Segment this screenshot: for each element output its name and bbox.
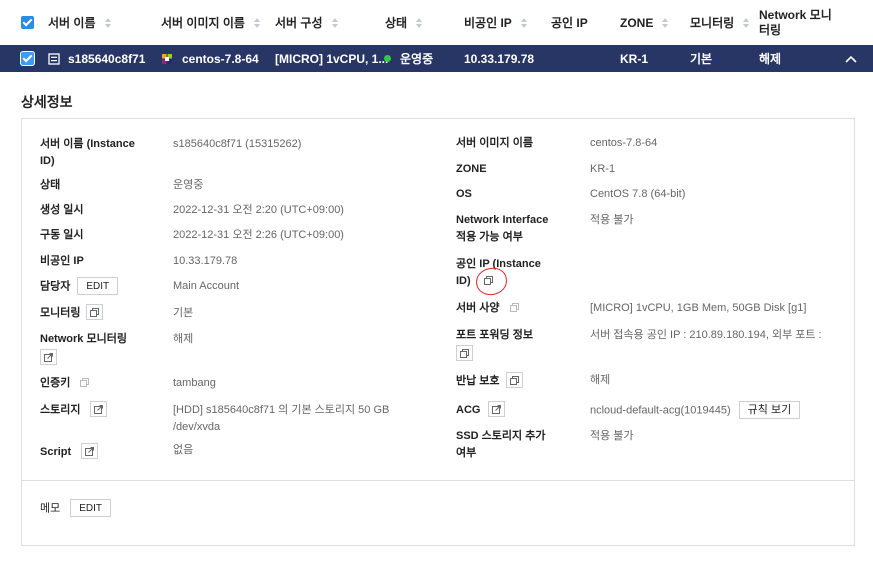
private-ip-label: 비공인 IP [40,255,84,267]
row-server-spec: [MICRO] 1vCPU, 1... [275,51,389,66]
copy-icon[interactable] [505,299,523,316]
started-label: 구동 일시 [40,229,84,241]
panel-divider [22,480,854,481]
zone-value: KR-1 [590,163,616,175]
owner-edit-button[interactable]: EDIT [77,277,119,295]
port-forwarding-value: 서버 접속용 공인 IP : 210.89.180.194, 외부 포트 : [590,329,822,341]
row-server-name[interactable]: s185640c8f71 [68,45,145,72]
script-value: 없음 [173,444,194,456]
server-name-value: s185640c8f71 (15315262) [173,138,302,150]
auth-key-value: tambang [173,377,216,389]
row-server-image: centos-7.8-64 [182,51,259,66]
row-monitoring: 기본 [690,52,713,66]
column-monitoring[interactable]: 모니터링 [690,0,750,45]
image-label: 서버 이미지 이름 [456,137,533,149]
table-header: 서버 이름 서버 이미지 이름 서버 구성 상태 비공인 IP 공인 IP ZO… [0,0,873,45]
ssd-add-value: 적용 불가 [590,430,634,442]
column-server-spec[interactable]: 서버 구성 [275,0,339,45]
net-monitoring-link [40,349,57,367]
ssd-add-label: SSD 스토리지 추가 여부 [456,430,546,459]
select-all-checkbox[interactable] [21,0,34,45]
image-value: centos-7.8-64 [590,137,658,149]
sort-icon[interactable] [662,17,669,29]
sort-icon[interactable] [743,17,750,29]
sort-icon[interactable] [331,17,339,29]
centos-icon [161,45,173,72]
detail-panel: 서버 이름 (Instance ID) s185640c8f71 (153152… [21,118,855,546]
row-zone: KR-1 [620,51,649,66]
monitoring-label: 모니터링 [40,304,104,322]
os-value: CentOS 7.8 (64-bit) [590,188,686,200]
acg-label: ACG [456,401,506,419]
column-zone[interactable]: ZONE [620,0,669,45]
storage-value: [HDD] s185640c8f71 의 기본 스토리지 50 GB /dev/… [173,404,390,433]
sort-icon[interactable] [520,17,528,29]
spec-value: [MICRO] 1vCPU, 1GB Mem, 50GB Disk [g1] [590,302,807,314]
owner-label: 담당자 EDIT [40,277,119,296]
column-server-name[interactable]: 서버 이름 [48,0,112,45]
status-value: 운영중 [173,179,204,191]
external-link-icon[interactable] [488,401,506,418]
created-label: 생성 일시 [40,204,84,216]
detail-section-title: 상세정보 [21,94,73,110]
private-ip-value: 10.33.179.78 [173,255,238,267]
return-protection-label: 반납 보호 [456,372,523,390]
copy-icon[interactable] [76,374,94,391]
status-label: 상태 [40,179,61,191]
sort-icon[interactable] [253,17,261,29]
port-forwarding-copy [456,345,473,363]
column-network-monitoring[interactable]: Network 모니 터링 [759,0,832,45]
network-interface-label: Network Interface 적용 가능 여부 [456,214,549,243]
net-monitoring-value: 해제 [173,333,194,345]
column-server-image[interactable]: 서버 이미지 이름 [161,0,261,45]
started-value: 2022-12-31 오전 2:26 (UTC+09:00) [173,229,344,241]
copy-icon[interactable] [456,345,473,362]
row-checkbox[interactable] [21,45,34,72]
net-monitoring-label: Network 모니터링 [40,333,127,345]
sort-icon[interactable] [104,17,112,29]
status-dot-icon [384,45,391,72]
table-row[interactable]: s185640c8f71 centos-7.8-64 [MICRO] 1vCPU… [0,45,873,72]
owner-value: Main Account [173,280,240,292]
view-rules-button[interactable]: 규칙 보기 [738,401,801,419]
zone-label: ZONE [456,163,487,175]
sort-icon[interactable] [416,17,423,29]
row-private-ip: 10.33.179.78 [464,51,535,66]
row-network-monitoring: 해제 [759,52,782,66]
created-value: 2022-12-31 오전 2:20 (UTC+09:00) [173,204,344,216]
port-forwarding-label: 포트 포워딩 정보 [456,329,533,341]
storage-label: 스토리지 [40,401,108,419]
external-link-icon[interactable] [81,443,99,460]
os-label: OS [456,188,472,200]
acg-value: ncloud-default-acg(1019445) 규칙 보기 [590,401,801,420]
copy-icon[interactable] [505,372,523,389]
external-link-icon[interactable] [40,349,57,366]
collapse-chevron-icon[interactable] [845,45,857,72]
server-name-label: 서버 이름 (Instance ID) [40,138,135,167]
server-icon [48,45,60,72]
memo-edit-button[interactable]: EDIT [70,499,112,517]
monitoring-value: 기본 [173,307,194,319]
external-link-icon[interactable] [90,401,108,418]
return-protection-value: 해제 [590,374,611,386]
auth-key-label: 인증키 [40,374,94,392]
script-label: Script [40,443,99,461]
network-interface-value: 적용 불가 [590,214,634,226]
copy-icon[interactable] [86,304,104,321]
row-status: 운영중 [400,52,434,66]
memo-label: 메모 EDIT [40,499,112,518]
column-status[interactable]: 상태 [385,0,423,45]
spec-label: 서버 사양 [456,299,523,317]
column-public-ip[interactable]: 공인 IP [551,0,588,45]
column-private-ip[interactable]: 비공인 IP [464,0,528,45]
